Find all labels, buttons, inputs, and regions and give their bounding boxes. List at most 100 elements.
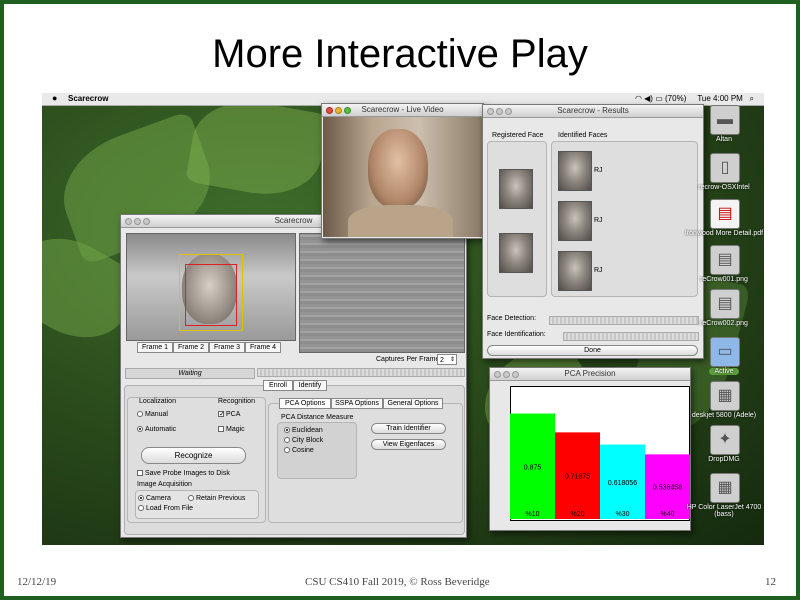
footer-page: 12	[765, 576, 776, 588]
live-video-titlebar[interactable]: Scarecrow - Live Video	[322, 104, 483, 117]
status-field: Waiting	[125, 368, 255, 379]
radio-manual[interactable]	[137, 411, 143, 418]
close-button[interactable]	[487, 108, 494, 115]
desktop-icon-label: reCrow002.png	[700, 320, 748, 327]
identified-label: RJ	[594, 217, 603, 224]
view-eigenfaces-button[interactable]: View Eigenfaces	[371, 439, 446, 450]
desktop-icon-label: reCrow001.png	[700, 276, 748, 283]
recognition-header: Recognition	[218, 398, 255, 405]
radio-cosine[interactable]	[284, 447, 290, 454]
checkbox-pca[interactable]: ✓	[218, 411, 225, 418]
done-button[interactable]: Done	[487, 345, 698, 356]
acquisition-camera-label: Camera	[146, 495, 171, 502]
bar-category-label: %10	[525, 511, 539, 518]
acquisition-file[interactable]: Load From File	[138, 505, 193, 512]
identified-face-image	[558, 151, 592, 191]
disk-image-icon[interactable]: ▯	[710, 153, 740, 183]
frame-tab-1[interactable]: Frame 1	[137, 342, 173, 353]
identified-face-image	[558, 251, 592, 291]
distance-cosine[interactable]: Cosine	[284, 447, 314, 454]
distance-cityblock[interactable]: City Block	[284, 437, 323, 444]
minimize-button[interactable]	[335, 107, 342, 114]
tab-enroll[interactable]: Enroll	[263, 380, 293, 391]
acquisition-camera[interactable]: Camera	[138, 495, 171, 502]
desktop-icon-label: Altan	[716, 136, 732, 143]
checkbox-magic[interactable]	[218, 426, 224, 433]
wifi-icon[interactable]: ◠	[635, 94, 642, 103]
acquisition-retain[interactable]: Retain Previous	[188, 495, 245, 502]
slide-title: More Interactive Play	[212, 32, 588, 76]
frame-tab-2[interactable]: Frame 2	[173, 342, 209, 353]
volume-icon[interactable]: ◀)	[644, 94, 653, 103]
distance-euclidean-label: Euclidean	[292, 427, 323, 434]
minimize-button[interactable]	[503, 371, 510, 378]
minimize-button[interactable]	[134, 218, 141, 225]
precision-title: PCA Precision	[564, 369, 616, 378]
footer-date: 12/12/19	[17, 576, 57, 588]
precision-titlebar[interactable]: PCA Precision	[490, 368, 690, 381]
desktop-icon-label: deskjet 5800 (Adele)	[691, 412, 757, 419]
menu-status-area: ◠ ◀) ▭ (70%) Tue 4:00 PM ⌕	[635, 94, 754, 104]
desktop-icon-label: DropDMG	[708, 456, 740, 463]
png-file-icon[interactable]: ▤	[710, 245, 740, 275]
desktop-icon-label: Active	[709, 368, 739, 375]
menu-app-name[interactable]: Scarecrow	[68, 94, 108, 103]
radio-load-from-file[interactable]	[138, 505, 144, 512]
results-titlebar[interactable]: Scarecrow - Results	[483, 105, 703, 118]
radio-euclidean[interactable]	[284, 427, 290, 434]
spotlight-icon[interactable]: ⌕	[750, 94, 754, 103]
save-probe-option[interactable]: Save Probe Images to Disk	[137, 470, 230, 477]
frame-tab-4[interactable]: Frame 4	[245, 342, 281, 353]
registered-face-header: Registered Face	[492, 132, 544, 139]
recognition-magic[interactable]: Magic	[218, 426, 245, 433]
frame-tab-3[interactable]: Frame 3	[209, 342, 245, 353]
hard-drive-icon[interactable]: ▬	[710, 105, 740, 135]
close-button[interactable]	[494, 371, 501, 378]
pdf-icon[interactable]: ▤	[710, 199, 740, 229]
localization-automatic-label: Automatic	[145, 426, 177, 433]
tab-general-options[interactable]: General Options	[383, 398, 443, 409]
results-title: Scarecrow - Results	[557, 106, 629, 115]
zoom-button[interactable]	[344, 107, 351, 114]
laser-printer-icon[interactable]: ▦	[710, 473, 740, 503]
bar-category-label: %30	[615, 511, 629, 518]
identified-face-image	[558, 201, 592, 241]
face-identification-progress	[563, 332, 699, 341]
radio-camera[interactable]	[138, 495, 144, 502]
close-button[interactable]	[326, 107, 333, 114]
live-video-feed	[323, 117, 482, 237]
recognition-pca[interactable]: ✓PCA	[218, 411, 240, 418]
printer-icon[interactable]: ▦	[710, 381, 740, 411]
tab-sspa-options[interactable]: SSPA Options	[331, 398, 383, 409]
clock[interactable]: Tue 4:00 PM	[697, 94, 743, 103]
identified-label: RJ	[594, 167, 603, 174]
folder-icon[interactable]: ▭	[710, 337, 740, 367]
recognize-button[interactable]: Recognize	[141, 447, 246, 464]
train-identifier-button[interactable]: Train Identifier	[371, 423, 446, 434]
localization-manual[interactable]: Manual	[137, 411, 168, 418]
apple-icon[interactable]: ●	[52, 93, 57, 103]
distance-cityblock-label: City Block	[292, 437, 324, 444]
localization-automatic[interactable]: Automatic	[137, 426, 176, 433]
tab-pca-options[interactable]: PCA Options	[279, 398, 331, 409]
stepper-arrows-icon[interactable]: ⇕	[450, 355, 455, 366]
detection-box-inner	[185, 264, 237, 326]
captures-per-frame-stepper[interactable]: 2 ⇕	[437, 354, 457, 365]
zoom-button[interactable]	[512, 371, 519, 378]
distance-euclidean[interactable]: Euclidean	[284, 427, 323, 434]
dropdmg-icon[interactable]: ✦	[710, 425, 740, 455]
tab-identify[interactable]: Identify	[293, 380, 327, 391]
radio-automatic[interactable]	[137, 426, 143, 433]
radio-retain-previous[interactable]	[188, 495, 194, 502]
checkbox-save-probe[interactable]	[137, 470, 143, 477]
battery-icon[interactable]: ▭	[655, 94, 663, 103]
zoom-button[interactable]	[505, 108, 512, 115]
minimize-button[interactable]	[496, 108, 503, 115]
captures-per-frame-label: Captures Per Frame	[376, 356, 440, 363]
identified-faces-header: Identified Faces	[558, 132, 608, 139]
close-button[interactable]	[125, 218, 132, 225]
png-file-icon[interactable]: ▤	[710, 289, 740, 319]
zoom-button[interactable]	[143, 218, 150, 225]
face-identification-label: Face Identification:	[487, 331, 546, 338]
radio-city-block[interactable]	[284, 437, 290, 444]
